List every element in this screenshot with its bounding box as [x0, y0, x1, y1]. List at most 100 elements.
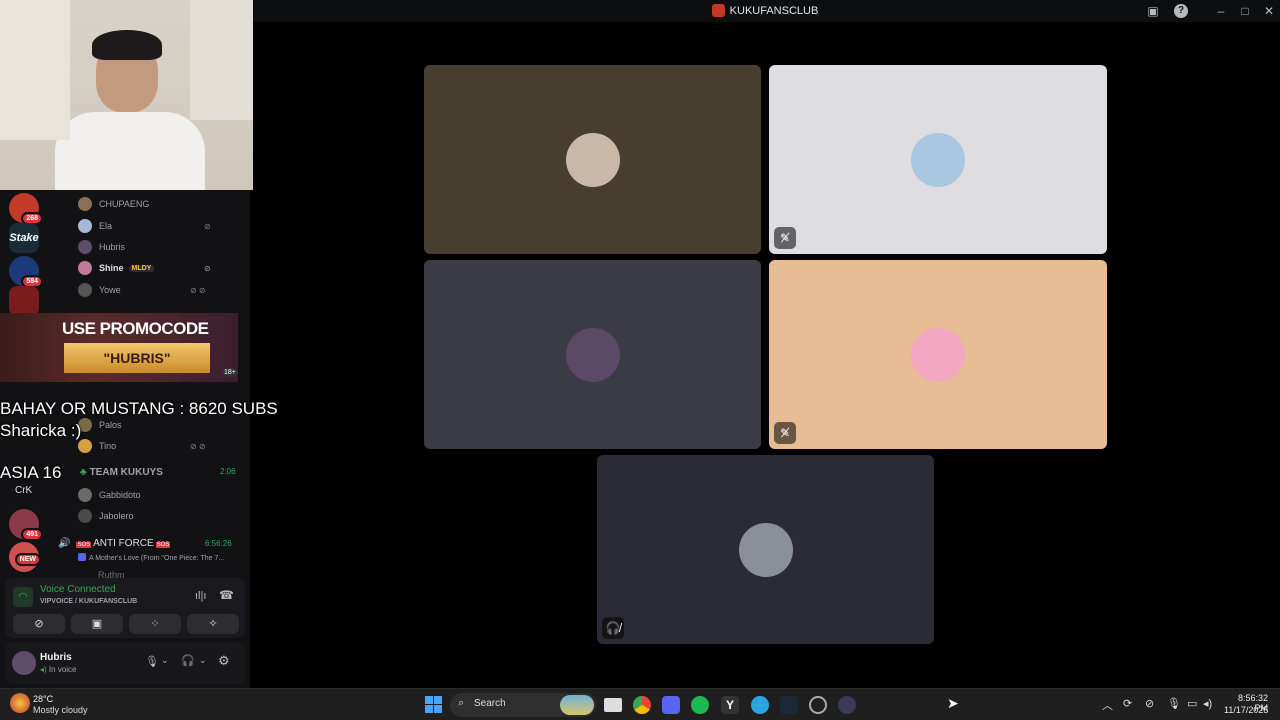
voice-user[interactable]: Gabbidoto	[78, 486, 141, 504]
desktop: KUKUFANSCLUB ▣ ? – □ ✕ ✎̸ ✎̸ 🎧̸ 268 Stak…	[0, 0, 1280, 720]
app-icon[interactable]	[838, 696, 856, 714]
channel-timer: 6:56:26	[205, 539, 232, 548]
camera-button[interactable]: ⊘	[13, 614, 65, 634]
start-icon[interactable]	[425, 696, 442, 713]
activity-icon	[78, 553, 86, 561]
voice-user[interactable]: CHUPAENG	[78, 195, 149, 213]
voice-connected-panel: ◠ Voice Connected VIPVOICE / KUKUFANSCLU…	[5, 578, 245, 638]
search-highlight-icon	[560, 695, 594, 715]
headphones-icon[interactable]: 🎧	[181, 654, 195, 667]
weather-desc[interactable]: Mostly cloudy	[33, 705, 88, 715]
voice-user-name: Jabolero	[99, 511, 134, 521]
steam-icon[interactable]	[780, 696, 798, 714]
participant-tile[interactable]: ✎̸	[769, 260, 1107, 449]
guild-icon[interactable]: 268	[9, 193, 43, 225]
voice-stage: ✎̸ ✎̸ 🎧̸	[254, 22, 1280, 688]
voice-user-name: Gabbidoto	[99, 490, 141, 500]
voice-channel-team-kukuys[interactable]: ♣ TEAM KUKUYS	[80, 467, 163, 478]
voice-user[interactable]: Hubris	[78, 238, 125, 256]
clock-date[interactable]: 11/17/2025	[1224, 705, 1268, 715]
microphone-icon[interactable]: 🎙	[145, 655, 159, 668]
guild-icon[interactable]: 584	[9, 256, 43, 288]
promo-banner: USE PROMOCODE "HUBRIS" 18+	[0, 313, 238, 382]
promo-code: "HUBRIS"	[64, 343, 210, 373]
voice-user-name: Ela	[99, 221, 113, 231]
windows-taskbar: 28°C Mostly cloudy ⌕ Search Y ➤ ︿ ⟳ ⊘ 🎙 …	[0, 688, 1280, 720]
voice-location[interactable]: VIPVOICE / KUKUFANSCLUB	[40, 598, 137, 605]
channel-name: TEAM KUKUYS	[89, 467, 163, 478]
guild-badge: NEW	[14, 553, 41, 566]
volume-icon[interactable]: ◂)	[1203, 697, 1212, 710]
voice-user[interactable]: Shine MLDY ⊘	[78, 259, 211, 277]
user-avatar	[78, 261, 92, 275]
search-box[interactable]: ⌕ Search	[450, 693, 596, 717]
voice-user[interactable]: Jabolero	[78, 507, 134, 525]
microphone-icon[interactable]: 🎙	[1167, 697, 1181, 710]
voice-user[interactable]: Ela ⊘	[78, 217, 211, 235]
disconnect-icon[interactable]: ☎	[219, 588, 234, 602]
username: Hubris	[40, 652, 72, 663]
window-title-text: KUKUFANSCLUB	[729, 5, 819, 17]
inbox-icon[interactable]: ▣	[1144, 2, 1162, 20]
search-label: Search	[474, 698, 506, 709]
weather-icon[interactable]	[10, 693, 30, 713]
spotify-icon[interactable]	[691, 696, 709, 714]
network-icon[interactable]: ▭	[1187, 697, 1197, 710]
participant-avatar	[738, 522, 793, 577]
mute-deafen-icons: ⊘ ⊘	[190, 441, 206, 451]
app-icon[interactable]	[809, 696, 827, 714]
participant-tile[interactable]: 🎧̸	[597, 455, 934, 644]
search-icon: ⌕	[458, 697, 465, 709]
guild-icon[interactable]: 491	[9, 509, 43, 541]
gear-icon[interactable]: ⚙	[218, 653, 230, 669]
help-icon[interactable]: ?	[1174, 4, 1188, 18]
participant-tile[interactable]	[424, 260, 761, 449]
close-button[interactable]: ✕	[1260, 2, 1278, 20]
voice-user-name: Shine	[99, 263, 124, 273]
chevron-up-icon[interactable]: ︿	[1102, 697, 1113, 713]
voice-user[interactable]: Yowe ⊘ ⊘	[78, 281, 206, 299]
eye-off-icon[interactable]: ⊘	[1145, 697, 1154, 710]
user-panel: Hubris ◂) In voice 🎙 ⌄ 🎧 ⌄ ⚙	[5, 642, 245, 684]
stake-guild-icon[interactable]: Stake	[9, 223, 39, 253]
voice-user-name: Palos	[99, 420, 122, 430]
deafened-icon: 🎧̸	[602, 617, 624, 639]
webcam-person-hair	[92, 30, 162, 60]
yoink-icon[interactable]: Y	[721, 696, 739, 714]
channel-timer: 2:06	[220, 467, 236, 476]
telegram-icon[interactable]	[751, 696, 769, 714]
guild-icon[interactable]: NEW	[9, 542, 41, 572]
task-view-icon[interactable]	[604, 698, 622, 712]
user-avatar	[78, 488, 92, 502]
noise-suppression-icon[interactable]: ıl|ı	[195, 590, 206, 602]
signal-icon: ◠	[13, 587, 33, 607]
participant-tile[interactable]	[424, 65, 761, 254]
chrome-icon[interactable]	[633, 696, 651, 714]
guild-badge: 491	[21, 528, 43, 541]
user-status-text: In voice	[48, 665, 77, 674]
voice-user[interactable]: Tino ⊘ ⊘	[78, 437, 206, 455]
participant-tile[interactable]: ✎̸	[769, 65, 1107, 254]
soundboard-button[interactable]: ✧	[187, 614, 239, 634]
minimize-button[interactable]: –	[1212, 2, 1230, 20]
screen-share-button[interactable]: ▣	[71, 614, 123, 634]
chevron-down-icon[interactable]: ⌄	[161, 655, 169, 666]
weather-temp[interactable]: 28°C	[33, 694, 53, 704]
guild-icon[interactable]	[9, 286, 39, 316]
voice-channel-anti-force[interactable]: 🔊 SOS ANTI FORCE SOS	[58, 538, 171, 549]
user-tag: MLDY	[128, 264, 155, 272]
clover-icon: ♣	[80, 467, 87, 478]
discord-icon[interactable]	[662, 696, 680, 714]
voice-user-name: Yowe	[99, 285, 121, 295]
maximize-button[interactable]: □	[1236, 2, 1254, 20]
activities-button[interactable]: ⁘	[129, 614, 181, 634]
muted-icon: ✎̸	[774, 422, 796, 444]
user-avatar[interactable]	[12, 651, 36, 675]
sync-icon[interactable]: ⟳	[1123, 697, 1132, 710]
mute-icon: ⊘	[204, 221, 211, 231]
chevron-down-icon[interactable]: ⌄	[199, 655, 207, 666]
voice-user-name: Hubris	[99, 242, 126, 252]
stream-overlay-text: Sharicka :)	[0, 421, 82, 440]
user-avatar	[78, 219, 92, 233]
channel-name: ANTI FORCE	[93, 538, 154, 549]
